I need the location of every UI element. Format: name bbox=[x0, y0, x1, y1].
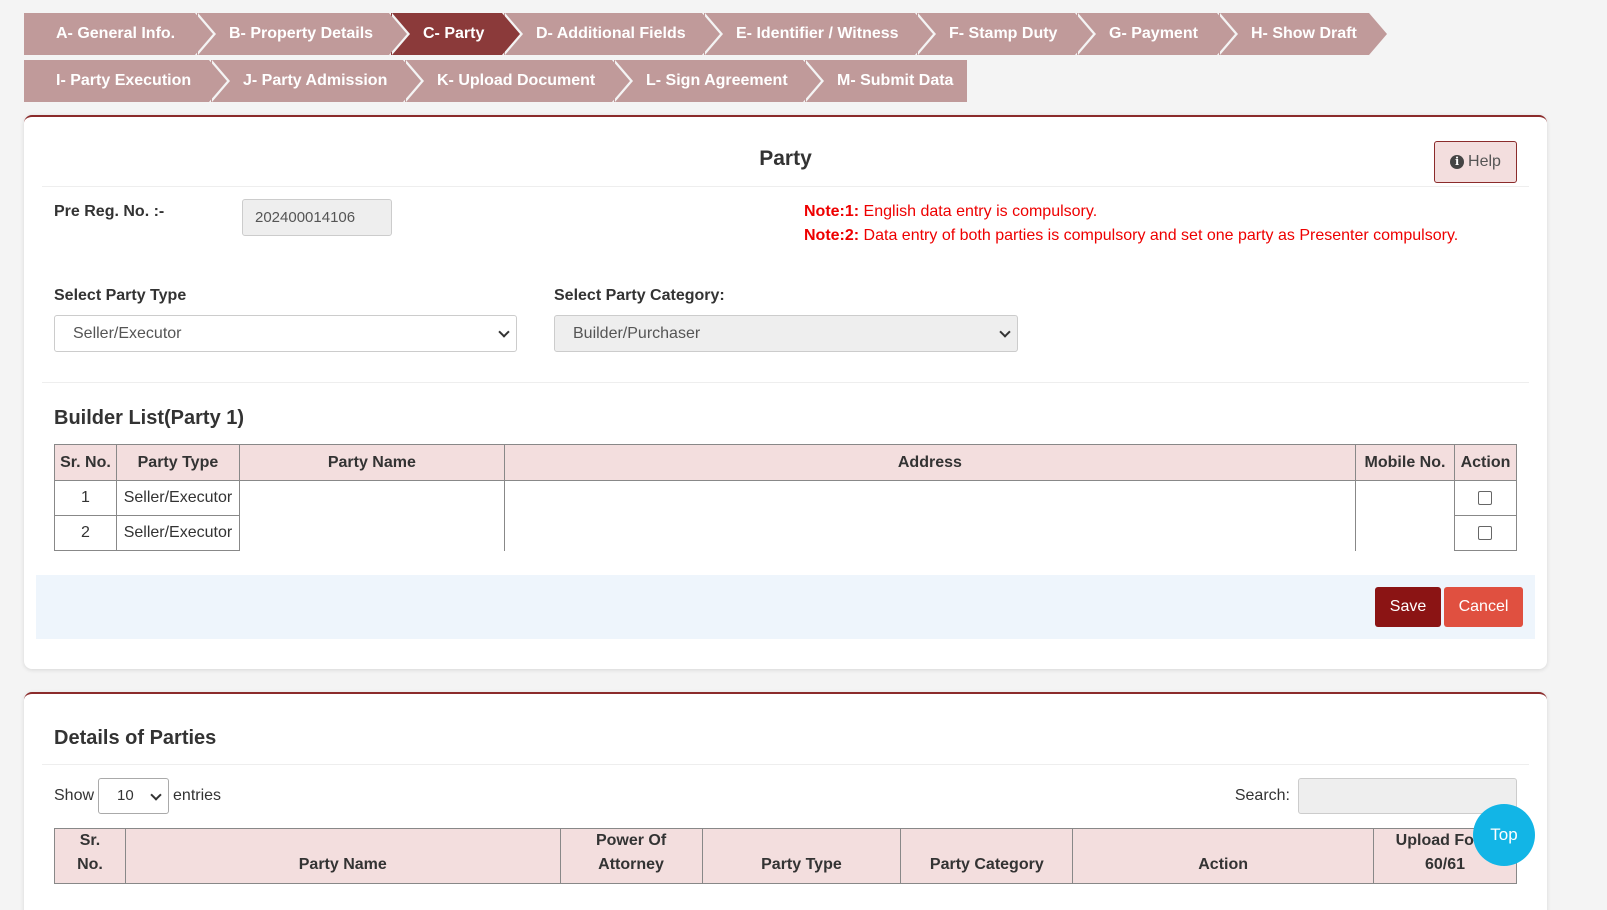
select-checkbox[interactable] bbox=[1478, 525, 1493, 540]
steps-row-2: I- Party Execution J- Party Admission K-… bbox=[24, 60, 1424, 102]
col-power-of-attorney[interactable]: Power Of Attorney bbox=[559, 828, 703, 884]
info-icon: i bbox=[1450, 155, 1465, 169]
divider bbox=[42, 764, 1529, 765]
builder-list-heading: Builder List(Party 1) bbox=[54, 407, 245, 429]
notes: Note:1: English data entry is compulsory… bbox=[804, 200, 1458, 248]
col-party-name: Party Name bbox=[238, 444, 505, 481]
sr-no: 1 bbox=[54, 480, 117, 516]
step-party-admission[interactable]: J- Party Admission bbox=[211, 60, 424, 102]
help-button[interactable]: i Help bbox=[1434, 141, 1517, 183]
party-name bbox=[238, 515, 505, 551]
party-type-select[interactable]: Seller/Executor bbox=[54, 315, 517, 352]
action-bar: Save Cancel bbox=[36, 575, 1535, 639]
entries-control: Show 10 entries bbox=[54, 778, 221, 814]
party-type: Seller/Executor bbox=[115, 480, 240, 516]
note-2: Note:2: Data entry of both parties is co… bbox=[804, 227, 1459, 244]
address bbox=[503, 480, 1357, 516]
col-party-name[interactable]: Party Name bbox=[124, 828, 561, 884]
col-sr-no[interactable]: Sr. No. bbox=[54, 828, 126, 884]
step-show-draft[interactable]: H- Show Draft bbox=[1219, 13, 1390, 55]
col-address: Address bbox=[503, 444, 1357, 481]
divider bbox=[42, 382, 1529, 383]
divider bbox=[42, 186, 1529, 187]
sr-no: 2 bbox=[54, 515, 117, 551]
details-heading: Details of Parties bbox=[54, 727, 217, 749]
party-category-select[interactable]: Builder/Purchaser bbox=[554, 315, 1018, 352]
step-party-execution[interactable]: I- Party Execution bbox=[24, 60, 230, 102]
mobile bbox=[1355, 480, 1455, 516]
party-category-label: Select Party Category: bbox=[554, 287, 725, 304]
entries-select[interactable]: 10 bbox=[98, 778, 170, 814]
wizard-steps: A- General Info. B- Property Details C- … bbox=[24, 13, 1424, 107]
col-party-type: Party Type bbox=[115, 444, 240, 481]
cancel-button[interactable]: Cancel bbox=[1444, 587, 1523, 627]
step-identifier-witness[interactable]: E- Identifier / Witness bbox=[704, 13, 936, 55]
step-submit-data[interactable]: M- Submit Data bbox=[805, 60, 967, 102]
table-row: 1 Seller/Executor bbox=[54, 480, 1518, 516]
col-mobile: Mobile No. bbox=[1355, 444, 1455, 481]
step-stamp-duty[interactable]: F- Stamp Duty bbox=[917, 13, 1096, 55]
step-property-details[interactable]: B- Property Details bbox=[197, 13, 410, 55]
party-card: Party i Help Pre Reg. No. :- 20240001410… bbox=[24, 115, 1547, 669]
scroll-top-button[interactable]: Top bbox=[1473, 804, 1535, 866]
prereg-label: Pre Reg. No. :- bbox=[54, 203, 165, 220]
party-name bbox=[238, 480, 505, 516]
action-cell bbox=[1453, 480, 1518, 516]
builder-table: Sr. No. Party Type Party Name Address Mo… bbox=[54, 444, 1518, 551]
step-sign-agreement[interactable]: L- Sign Agreement bbox=[614, 60, 824, 102]
steps-row-1: A- General Info. B- Property Details C- … bbox=[24, 13, 1424, 55]
search-input[interactable] bbox=[1298, 778, 1517, 814]
address bbox=[503, 515, 1357, 551]
col-sr-no: Sr. No. bbox=[54, 444, 117, 481]
note-1: Note:1: English data entry is compulsory… bbox=[804, 203, 1098, 220]
save-button[interactable]: Save bbox=[1375, 587, 1441, 627]
step-general-info[interactable]: A- General Info. bbox=[24, 13, 216, 55]
col-party-category[interactable]: Party Category bbox=[900, 828, 1074, 884]
step-upload-document[interactable]: K- Upload Document bbox=[405, 60, 633, 102]
party-type-label: Select Party Type bbox=[54, 287, 187, 304]
step-payment[interactable]: G- Payment bbox=[1077, 13, 1238, 55]
entries-label: entries bbox=[173, 787, 222, 804]
table-row: 2 Seller/Executor bbox=[54, 515, 1518, 551]
mobile bbox=[1355, 515, 1455, 551]
search-control: Search: bbox=[1235, 778, 1517, 814]
chevron-down-icon bbox=[150, 789, 162, 801]
page-title: Party bbox=[759, 147, 812, 170]
action-cell bbox=[1453, 515, 1518, 551]
chevron-down-icon bbox=[999, 326, 1011, 338]
prereg-field: 202400014106 bbox=[242, 199, 392, 236]
col-party-type[interactable]: Party Type bbox=[701, 828, 902, 884]
search-label: Search: bbox=[1234, 787, 1290, 804]
chevron-down-icon bbox=[498, 326, 510, 338]
show-label: Show bbox=[54, 787, 95, 804]
help-label: Help bbox=[1468, 153, 1501, 170]
party-type: Seller/Executor bbox=[115, 515, 240, 551]
step-additional-fields[interactable]: D- Additional Fields bbox=[504, 13, 723, 55]
col-action: Action bbox=[1453, 444, 1518, 481]
select-checkbox[interactable] bbox=[1478, 490, 1493, 505]
details-table: Sr. No. Party Name Power Of Attorney Party… bbox=[54, 828, 1517, 884]
col-action[interactable]: Action bbox=[1072, 828, 1375, 884]
details-card: Details of Parties Show 10 entries Searc… bbox=[24, 692, 1547, 910]
